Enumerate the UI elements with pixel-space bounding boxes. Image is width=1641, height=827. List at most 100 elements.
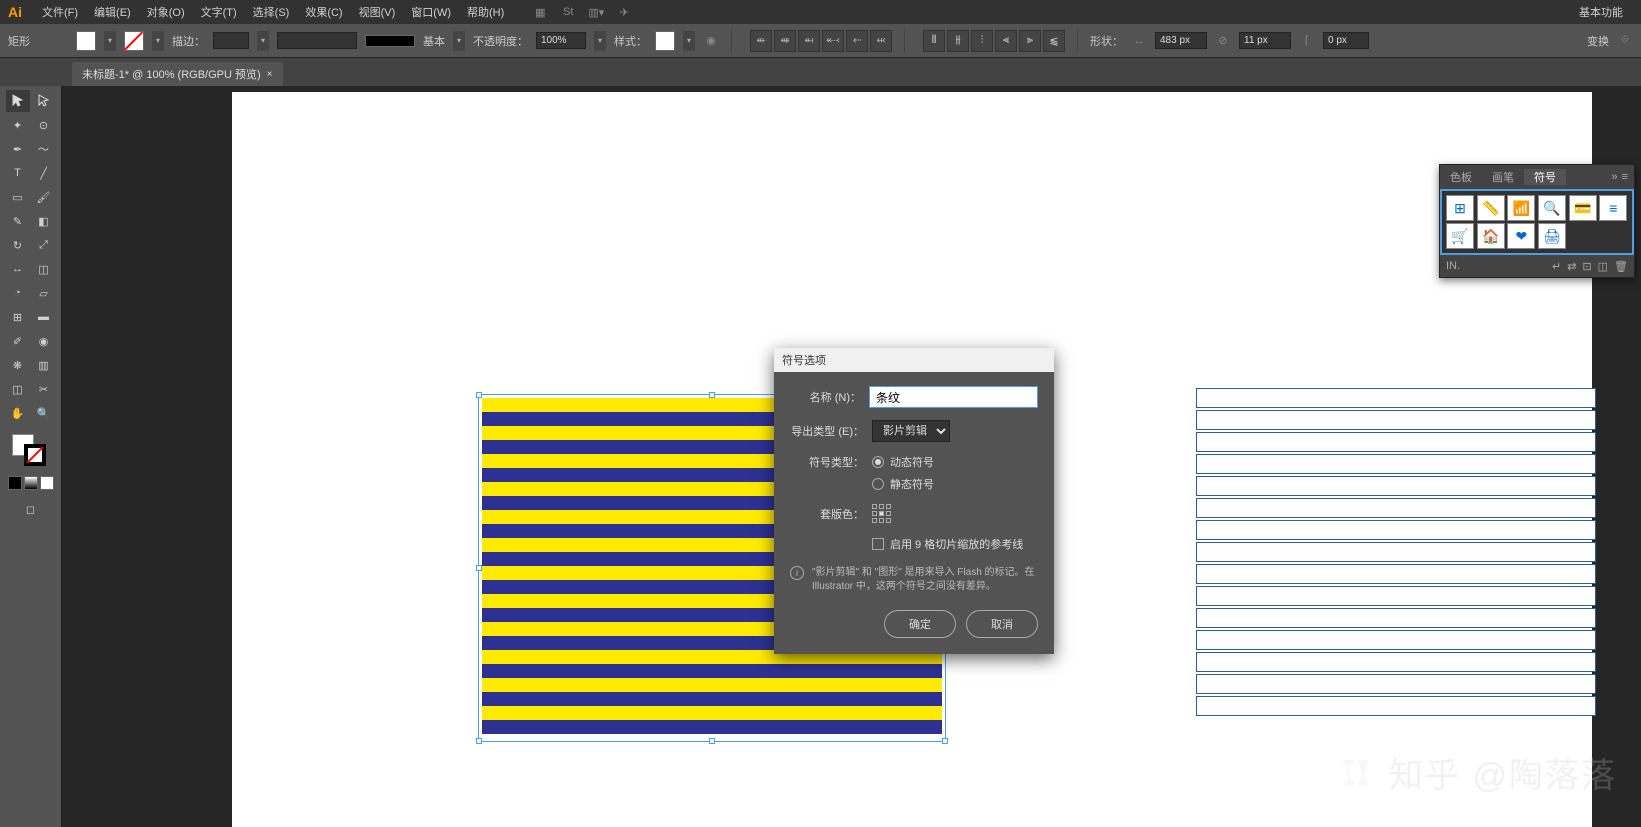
dist-h2-icon[interactable]: ⫶ — [971, 30, 993, 52]
fill-dropdown[interactable]: ▾ — [104, 31, 116, 51]
new-symbol-icon[interactable]: ◫ — [1598, 260, 1608, 273]
stroke-weight-input[interactable] — [213, 32, 249, 49]
arrange-icon[interactable]: ▥▾ — [588, 4, 604, 20]
symbols-tab[interactable]: 符号 — [1524, 169, 1566, 185]
menu-object[interactable]: 对象(O) — [139, 4, 193, 20]
selection-tool[interactable] — [6, 90, 30, 112]
workspace-label[interactable]: 基本功能 — [1579, 4, 1633, 20]
stock-icon[interactable]: St — [560, 4, 576, 20]
symbol-cart-item[interactable]: 🛒 — [1446, 223, 1474, 249]
place-symbol-icon[interactable]: ↵ — [1552, 260, 1561, 273]
scale-tool[interactable]: ⤢ — [32, 234, 56, 256]
menu-type[interactable]: 文字(T) — [193, 4, 245, 20]
eraser-tool[interactable]: ◧ — [32, 210, 56, 232]
profile-input[interactable] — [277, 32, 357, 49]
doc-tab[interactable]: 未标题-1* @ 100% (RGB/GPU 预览) × — [72, 62, 283, 86]
symbol-home-item[interactable]: 🏠 — [1477, 223, 1505, 249]
line-tool[interactable]: ╱ — [32, 162, 56, 184]
slice-guides-checkbox[interactable]: 启用 9 格切片缩放的参考线 — [872, 536, 1023, 552]
width-tool[interactable]: ↔ — [6, 258, 30, 280]
fill-stroke-control[interactable] — [2, 434, 59, 470]
shaper-tool[interactable]: ✎ — [6, 210, 30, 232]
dist-v-icon[interactable]: ⫵ — [947, 30, 969, 52]
symbol-rss-item[interactable]: 📶 — [1507, 195, 1535, 221]
style-dropdown[interactable]: ▾ — [683, 31, 695, 51]
shape-builder-tool[interactable]: ◔ — [6, 282, 30, 304]
eyedropper-tool[interactable]: ✐ — [6, 330, 30, 352]
graph-tool[interactable]: ▥ — [32, 354, 56, 376]
symbol-search-item[interactable]: 🔍 — [1538, 195, 1566, 221]
zoom-tool[interactable]: 🔍 — [32, 402, 56, 424]
color-mode-solid[interactable] — [8, 476, 22, 490]
height-input[interactable] — [1239, 32, 1291, 49]
free-transform-tool[interactable]: ◫ — [32, 258, 56, 280]
name-input[interactable] — [869, 386, 1038, 408]
align-vcenter-icon[interactable]: ⬸ — [846, 30, 868, 52]
artboard-tool[interactable]: ◫ — [6, 378, 30, 400]
type-tool[interactable]: T — [6, 162, 30, 184]
recolor-icon[interactable]: ◉ — [703, 33, 719, 49]
symbol-heart-item[interactable]: ❤ — [1507, 223, 1535, 249]
align-bottom-icon[interactable]: ⬹ — [870, 30, 892, 52]
align-right-icon[interactable]: ⬶ — [798, 30, 820, 52]
mesh-tool[interactable]: ⊞ — [6, 306, 30, 328]
menu-file[interactable]: 文件(F) — [34, 4, 86, 20]
brushes-tab[interactable]: 画笔 — [1482, 169, 1524, 185]
perspective-tool[interactable]: ▱ — [32, 282, 56, 304]
brush-dropdown[interactable]: ▾ — [453, 31, 465, 51]
align-hcenter-icon[interactable]: ⬵ — [774, 30, 796, 52]
dist-h-icon[interactable]: ⫴ — [923, 30, 945, 52]
lines-object[interactable] — [1196, 388, 1596, 718]
style-swatch[interactable] — [655, 31, 675, 51]
cancel-button[interactable]: 取消 — [966, 610, 1038, 638]
dist-v2-icon[interactable]: ⫷ — [995, 30, 1017, 52]
symbol-options-icon[interactable]: ⊡ — [1582, 260, 1591, 273]
break-link-icon[interactable]: ⇄ — [1567, 260, 1576, 273]
registration-grid[interactable] — [872, 504, 892, 524]
corners-icon[interactable]: ⌈ — [1299, 33, 1315, 49]
screen-mode-tool[interactable]: ◻ — [19, 498, 43, 520]
bridge-icon[interactable]: ▦ — [532, 4, 548, 20]
width-input[interactable] — [1155, 32, 1207, 49]
symbol-card-item[interactable]: 💳 — [1569, 195, 1597, 221]
magic-wand-tool[interactable]: ✦ — [6, 114, 30, 136]
align-left-icon[interactable]: ⬴ — [750, 30, 772, 52]
transform-label[interactable]: 变换 — [1587, 33, 1609, 49]
transform-icon[interactable]: ⟐ — [1617, 33, 1633, 49]
symbols-library-icon[interactable]: IN. — [1446, 260, 1460, 272]
fill-swatch[interactable] — [76, 31, 96, 51]
align-top-icon[interactable]: ⬷ — [822, 30, 844, 52]
export-type-select[interactable]: 影片剪辑 — [872, 420, 950, 442]
rectangle-tool[interactable]: ▭ — [6, 186, 30, 208]
panel-menu-icon[interactable]: ≡ — [1622, 171, 1628, 183]
corner-input[interactable] — [1323, 32, 1369, 49]
rotate-tool[interactable]: ↻ — [6, 234, 30, 256]
blend-tool[interactable]: ◉ — [32, 330, 56, 352]
panel-collapse-icon[interactable]: » — [1611, 171, 1617, 183]
color-mode-gradient[interactable] — [24, 476, 38, 490]
direct-selection-tool[interactable] — [32, 90, 56, 112]
tab-close-icon[interactable]: × — [267, 69, 273, 80]
symbol-lines-item[interactable]: ≡ — [1599, 195, 1627, 221]
dist-h3-icon[interactable]: ⫸ — [1019, 30, 1041, 52]
dist-v3-icon[interactable]: ⫹ — [1043, 30, 1065, 52]
stroke-color-box[interactable] — [24, 444, 46, 466]
paintbrush-tool[interactable]: 🖌 — [32, 186, 56, 208]
symbol-ruler-item[interactable]: 📏 — [1477, 195, 1505, 221]
symbol-grid-item[interactable]: ⊞ — [1446, 195, 1474, 221]
opacity-dropdown[interactable]: ▾ — [594, 31, 606, 51]
curvature-tool[interactable]: ～ — [32, 138, 56, 160]
menu-select[interactable]: 选择(S) — [245, 4, 298, 20]
pen-tool[interactable]: ✒ — [6, 138, 30, 160]
link-wh-icon[interactable]: ⊘ — [1215, 33, 1231, 49]
slice-tool[interactable]: ✂ — [32, 378, 56, 400]
dynamic-symbol-radio[interactable]: 动态符号 — [872, 454, 934, 470]
menu-window[interactable]: 窗口(W) — [403, 4, 459, 20]
lasso-tool[interactable]: ⊙ — [32, 114, 56, 136]
stroke-swatch[interactable] — [124, 31, 144, 51]
color-mode-none[interactable] — [40, 476, 54, 490]
menu-effect[interactable]: 效果(C) — [297, 4, 350, 20]
menu-view[interactable]: 视图(V) — [351, 4, 404, 20]
brush-preview[interactable] — [365, 35, 415, 47]
stroke-dropdown[interactable]: ▾ — [152, 31, 164, 51]
